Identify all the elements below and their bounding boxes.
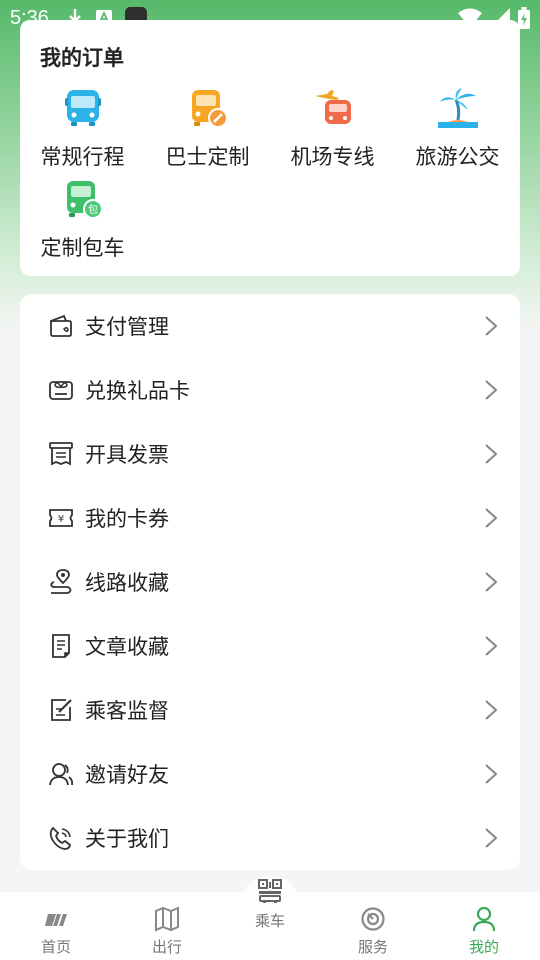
menu-item-label: 关于我们: [85, 827, 169, 851]
wallet-icon: [50, 314, 72, 337]
menu-saved-articles[interactable]: 文章收藏: [20, 614, 520, 678]
menu-item-label: 我的卡券: [85, 507, 169, 531]
chevron-right-icon: [485, 380, 498, 400]
tab-label: 出行: [151, 938, 182, 956]
menu-payment-management[interactable]: 支付管理: [20, 294, 520, 358]
order-item-label: 机场专线: [290, 145, 375, 169]
tab-travel[interactable]: 出行: [113, 892, 221, 960]
order-charter-bus[interactable]: 包 定制包车: [20, 179, 145, 267]
orders-title: 我的订单: [40, 46, 124, 70]
supervise-edit-icon: [51, 699, 72, 721]
tab-home[interactable]: 首页: [2, 892, 110, 960]
svg-text:包: 包: [88, 203, 98, 216]
tab-label: 服务: [357, 938, 388, 956]
menu-about-us[interactable]: 关于我们: [20, 806, 520, 870]
tab-label: 乘车: [254, 912, 285, 930]
article-icon: [52, 634, 70, 658]
route-pin-icon: [50, 569, 72, 594]
order-item-label: 常规行程: [40, 145, 125, 169]
order-item-label: 巴士定制: [165, 145, 250, 169]
order-airport-shuttle[interactable]: 机场专线: [270, 88, 395, 176]
menu-item-label: 文章收藏: [85, 635, 169, 659]
menu-saved-routes[interactable]: 线路收藏: [20, 550, 520, 614]
settings-menu-card: 支付管理 兑换礼品卡 开具发票 ¥ 我的卡券 线路收藏 文章收藏 乘客监督 邀请…: [20, 294, 520, 870]
custom-bus-icon: [191, 90, 228, 128]
tab-ride[interactable]: 乘车: [216, 879, 324, 960]
chevron-right-icon: [485, 636, 498, 656]
chevron-right-icon: [485, 828, 498, 848]
chevron-right-icon: [485, 508, 498, 528]
svg-text:¥: ¥: [58, 514, 64, 525]
menu-item-label: 线路收藏: [85, 571, 169, 595]
order-item-label: 定制包车: [40, 236, 125, 260]
tab-service[interactable]: 服务: [319, 892, 427, 960]
chevron-right-icon: [485, 444, 498, 464]
menu-issue-invoice[interactable]: 开具发票: [20, 422, 520, 486]
invite-friend-icon: [49, 763, 74, 786]
menu-passenger-supervision[interactable]: 乘客监督: [20, 678, 520, 742]
chevron-right-icon: [485, 316, 498, 336]
menu-redeem-gift-card[interactable]: 兑换礼品卡: [20, 358, 520, 422]
chevron-right-icon: [485, 764, 498, 784]
menu-my-coupons[interactable]: ¥ 我的卡券: [20, 486, 520, 550]
order-item-label: 旅游公交: [415, 145, 500, 169]
my-orders-card: 我的订单 常规行程 巴士定制 机场专线 旅游公交 包 定制包车: [20, 20, 520, 276]
menu-item-label: 邀请好友: [85, 763, 169, 787]
tab-label: 我的: [468, 938, 499, 956]
profile-icon: [472, 906, 496, 932]
charter-bus-icon: 包: [66, 181, 103, 219]
menu-invite-friends[interactable]: 邀请好友: [20, 742, 520, 806]
tab-mine[interactable]: 我的: [430, 892, 538, 960]
map-icon: [155, 906, 179, 932]
tab-label: 首页: [40, 938, 71, 956]
order-tourist-bus[interactable]: 旅游公交: [395, 88, 520, 176]
battery-icon: [518, 7, 530, 29]
bus-icon: [64, 90, 101, 126]
invoice-icon: [49, 442, 73, 466]
order-regular-trip[interactable]: 常规行程: [20, 88, 145, 176]
menu-item-label: 兑换礼品卡: [85, 379, 190, 403]
gift-card-icon: [49, 381, 73, 400]
menu-item-label: 开具发票: [85, 443, 169, 467]
palm-tree-icon: [437, 88, 478, 128]
airport-shuttle-icon: [314, 90, 351, 124]
bottom-tab-bar: 首页 出行 乘车 服务 我的: [0, 879, 540, 960]
about-phone-icon: [49, 826, 72, 850]
chevron-right-icon: [485, 572, 498, 592]
order-custom-bus[interactable]: 巴士定制: [145, 88, 270, 176]
menu-item-label: 乘客监督: [85, 699, 169, 723]
qr-bus-icon: [258, 879, 282, 903]
menu-item-label: 支付管理: [85, 315, 169, 339]
coupon-icon: ¥: [49, 509, 73, 527]
home-logo-icon: [45, 914, 67, 926]
chevron-right-icon: [485, 700, 498, 720]
service-icon: [361, 907, 385, 931]
